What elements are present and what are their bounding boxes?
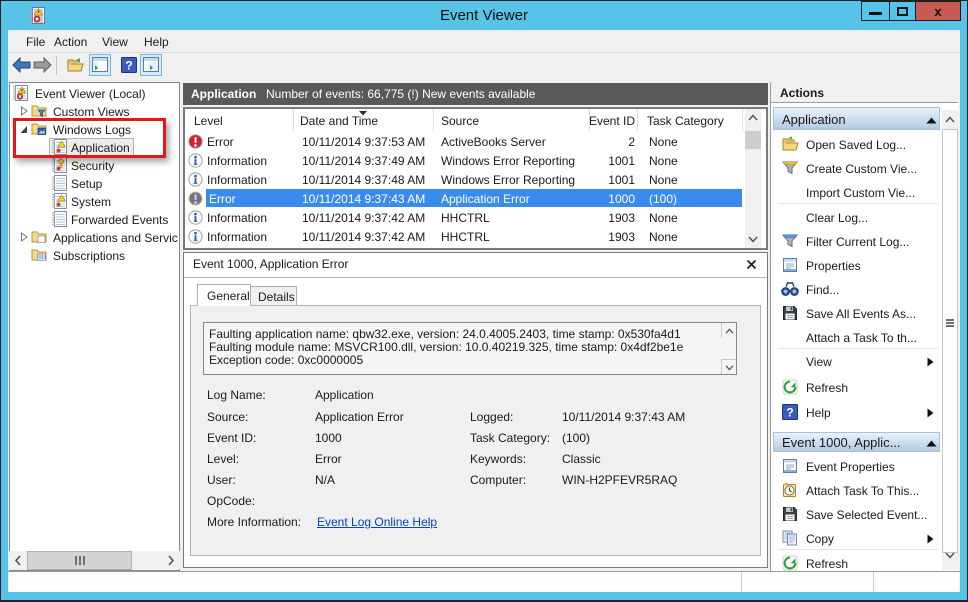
svg-text:?: ? <box>786 406 793 420</box>
svg-text:?: ? <box>125 59 132 73</box>
